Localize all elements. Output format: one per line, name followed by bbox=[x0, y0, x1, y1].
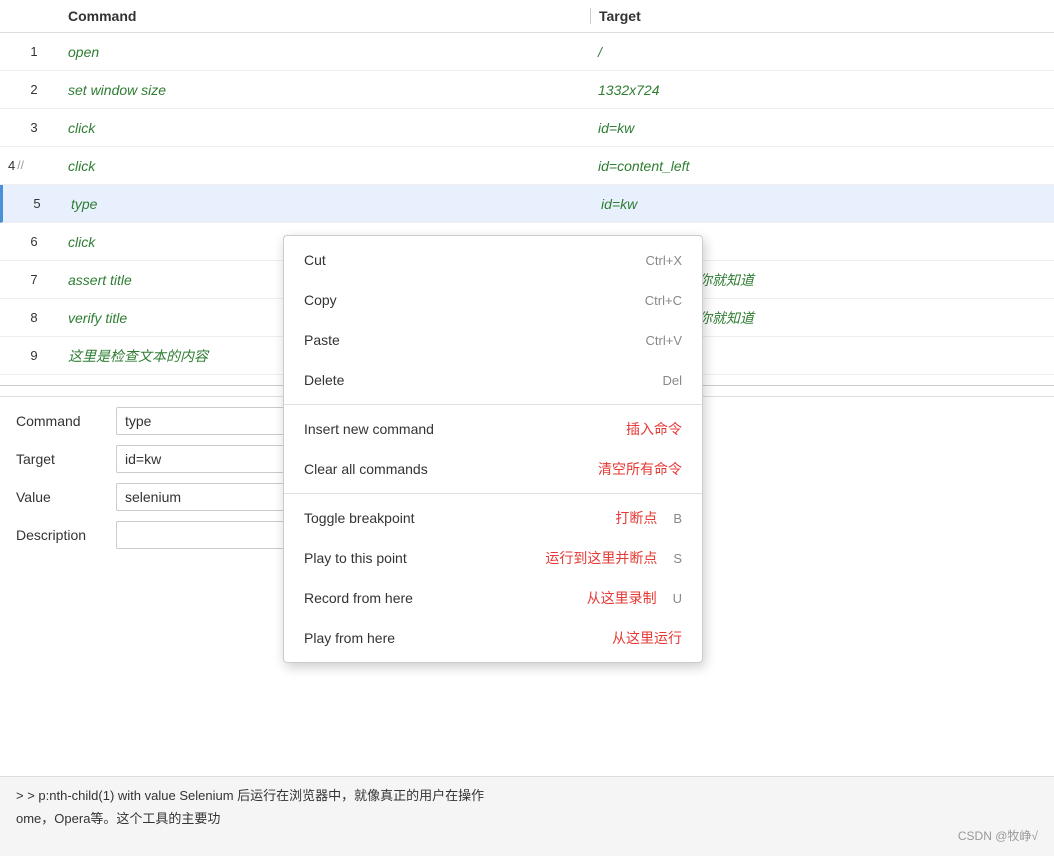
row-num-5: 5 bbox=[3, 196, 63, 211]
menu-divider-2 bbox=[284, 493, 702, 494]
menu-item-copy[interactable]: Copy Ctrl+C bbox=[284, 280, 702, 320]
col-command-header: Command bbox=[60, 8, 590, 24]
status-prompt-symbol: > bbox=[16, 788, 27, 803]
status-bar: > > p:nth-child(1) with value Selenium 后… bbox=[0, 776, 1054, 856]
record-from-here-key: U bbox=[673, 591, 682, 606]
menu-item-cut[interactable]: Cut Ctrl+X bbox=[284, 240, 702, 280]
row-num-9: 9 bbox=[0, 348, 60, 363]
table-row-highlighted[interactable]: 5 type id=kw bbox=[0, 185, 1054, 223]
table-row[interactable]: 3 click id=kw bbox=[0, 109, 1054, 147]
status-line-2: ome，Opera等。这个工具的主要功 bbox=[16, 808, 1038, 827]
watermark: CSDN @牧峥√ bbox=[958, 827, 1038, 844]
toggle-breakpoint-label: Toggle breakpoint bbox=[304, 510, 415, 526]
status-text-1: > p:nth-child(1) with value Selenium bbox=[27, 788, 233, 803]
delete-label: Delete bbox=[304, 372, 344, 388]
paste-label: Paste bbox=[304, 332, 340, 348]
col-target-header: Target bbox=[590, 8, 1054, 24]
delete-shortcut: Del bbox=[662, 373, 682, 388]
row-num-3: 3 bbox=[0, 120, 60, 135]
row-target-1: / bbox=[590, 44, 1054, 60]
cut-label: Cut bbox=[304, 252, 326, 268]
table-row[interactable]: 2 set window size 1332x724 bbox=[0, 71, 1054, 109]
paste-shortcut: Ctrl+V bbox=[646, 333, 682, 348]
copy-label: Copy bbox=[304, 292, 337, 308]
record-from-here-right: 从这里录制 U bbox=[587, 588, 682, 608]
status-line-1: > > p:nth-child(1) with value Selenium 后… bbox=[16, 785, 1038, 804]
play-to-point-key: S bbox=[673, 551, 682, 566]
menu-item-play-from-here[interactable]: Play from here 从这里运行 bbox=[284, 618, 702, 658]
row-command-3: click bbox=[60, 120, 590, 136]
toggle-breakpoint-key: B bbox=[673, 511, 682, 526]
menu-divider-1 bbox=[284, 404, 702, 405]
row-command-2: set window size bbox=[60, 82, 590, 98]
play-from-here-label: Play from here bbox=[304, 630, 395, 646]
play-to-point-right: 运行到这里并断点 S bbox=[545, 548, 682, 568]
row-num-7: 7 bbox=[0, 272, 60, 287]
row-target-5: id=kw bbox=[593, 196, 1054, 212]
menu-item-insert[interactable]: Insert new command 插入命令 bbox=[284, 409, 702, 449]
menu-item-delete[interactable]: Delete Del bbox=[284, 360, 702, 400]
row-num-1: 1 bbox=[0, 44, 60, 59]
table-header: Command Target bbox=[0, 0, 1054, 33]
menu-item-record-from-here[interactable]: Record from here 从这里录制 U bbox=[284, 578, 702, 618]
insert-label-cn: 插入命令 bbox=[626, 419, 682, 439]
menu-item-toggle-breakpoint[interactable]: Toggle breakpoint 打断点 B bbox=[284, 498, 702, 538]
row-command-5: type bbox=[63, 196, 593, 212]
status-text-after: 后运行在浏览器中，就像真正的用户在操作 bbox=[237, 788, 484, 803]
row-num-8: 8 bbox=[0, 310, 60, 325]
record-from-here-cn: 从这里录制 bbox=[587, 588, 657, 608]
clear-label-cn: 清空所有命令 bbox=[598, 459, 682, 479]
play-to-point-label: Play to this point bbox=[304, 550, 407, 566]
row-num-4: 4 // bbox=[0, 158, 60, 173]
toggle-breakpoint-cn: 打断点 bbox=[615, 508, 657, 528]
toggle-breakpoint-right: 打断点 B bbox=[615, 508, 682, 528]
play-from-here-cn: 从这里运行 bbox=[612, 628, 682, 648]
description-label: Description bbox=[16, 527, 116, 543]
row-command-4: click bbox=[60, 158, 590, 174]
copy-shortcut: Ctrl+C bbox=[645, 293, 682, 308]
cut-shortcut: Ctrl+X bbox=[646, 253, 682, 268]
row-command-1: open bbox=[60, 44, 590, 60]
row-target-4: id=content_left bbox=[590, 158, 1054, 174]
command-label: Command bbox=[16, 413, 116, 429]
row-target-3: id=kw bbox=[590, 120, 1054, 136]
menu-item-clear[interactable]: Clear all commands 清空所有命令 bbox=[284, 449, 702, 489]
menu-item-play-to-point[interactable]: Play to this point 运行到这里并断点 S bbox=[284, 538, 702, 578]
row-num-6: 6 bbox=[0, 234, 60, 249]
target-label: Target bbox=[16, 451, 116, 467]
play-to-point-cn: 运行到这里并断点 bbox=[545, 548, 657, 568]
col-num-header bbox=[0, 8, 60, 24]
row-target-2: 1332x724 bbox=[590, 82, 1054, 98]
table-row[interactable]: 1 open / bbox=[0, 33, 1054, 71]
value-label: Value bbox=[16, 489, 116, 505]
row-num-2: 2 bbox=[0, 82, 60, 97]
clear-label: Clear all commands bbox=[304, 461, 428, 477]
table-row[interactable]: 4 // click id=content_left bbox=[0, 147, 1054, 185]
context-menu: Cut Ctrl+X Copy Ctrl+C Paste Ctrl+V Dele… bbox=[283, 235, 703, 663]
menu-item-paste[interactable]: Paste Ctrl+V bbox=[284, 320, 702, 360]
insert-label: Insert new command bbox=[304, 421, 434, 437]
record-from-here-label: Record from here bbox=[304, 590, 413, 606]
